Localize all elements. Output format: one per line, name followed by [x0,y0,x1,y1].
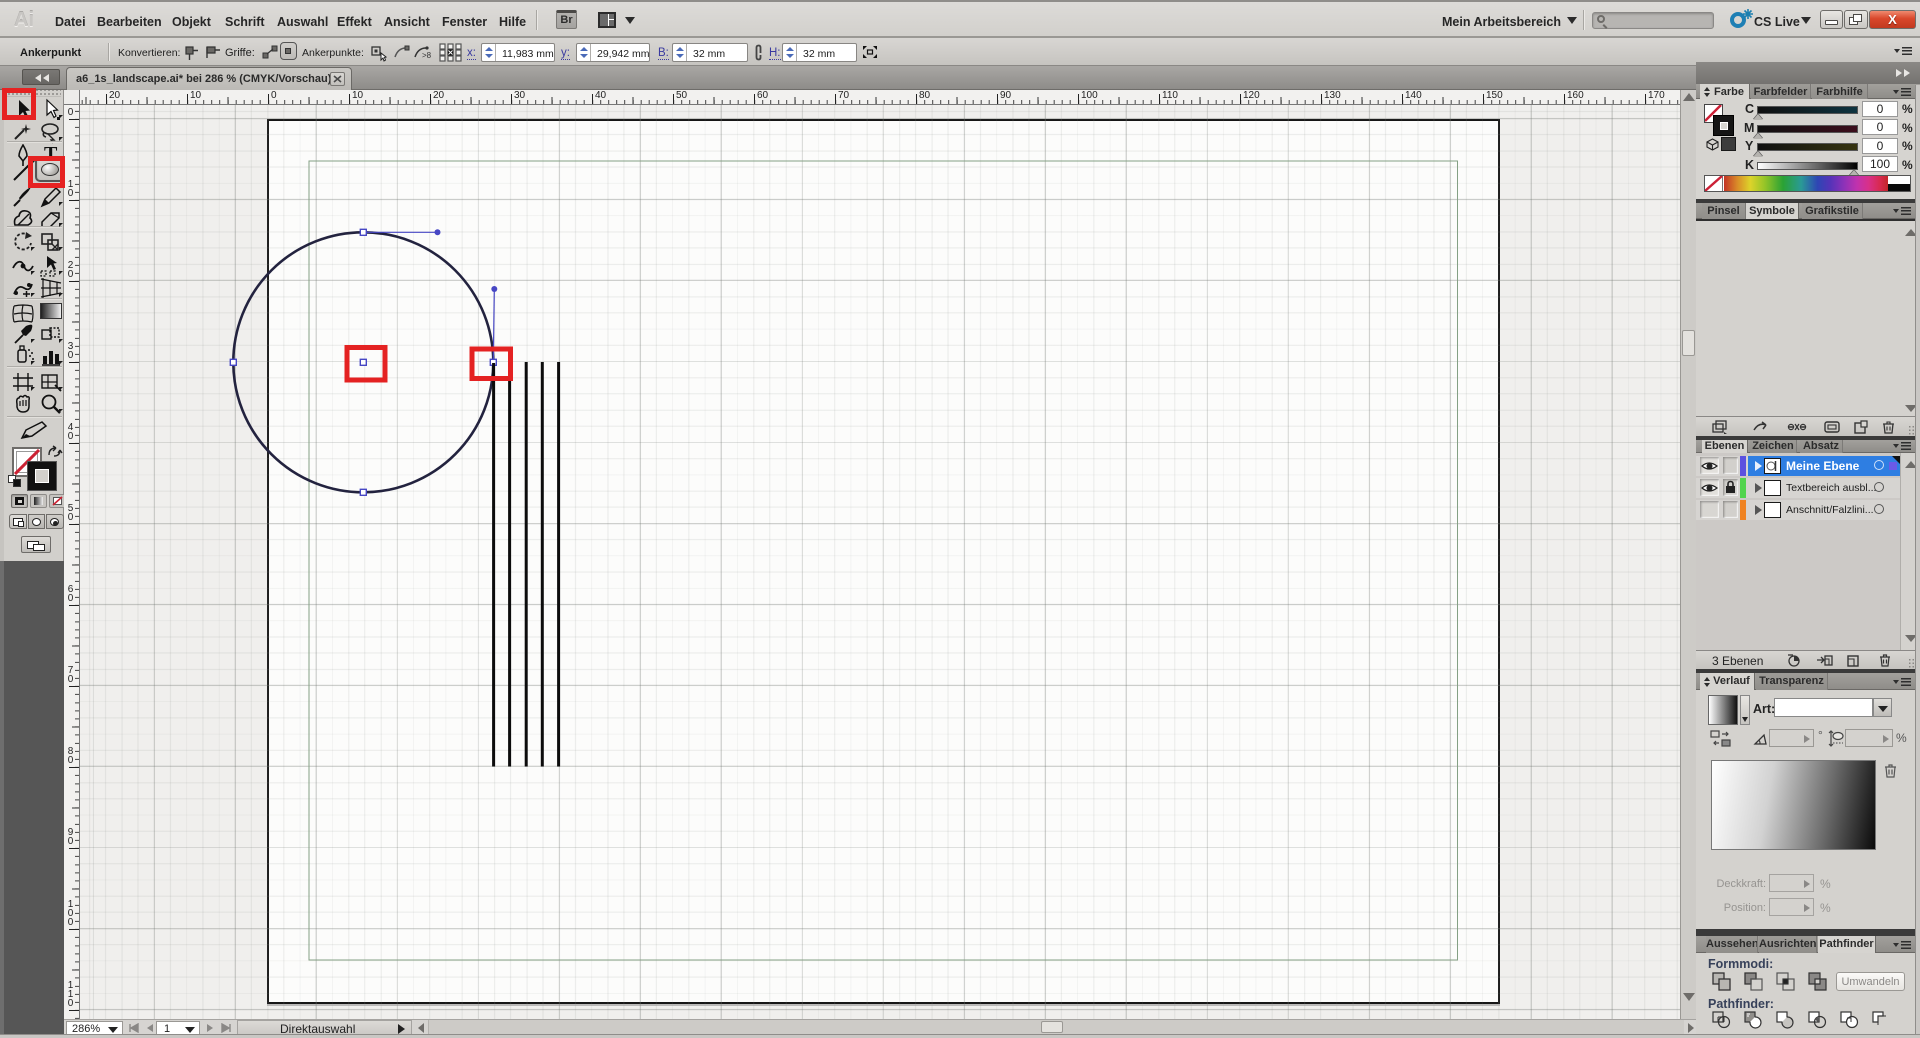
svg-text:>8: >8 [422,51,432,59]
